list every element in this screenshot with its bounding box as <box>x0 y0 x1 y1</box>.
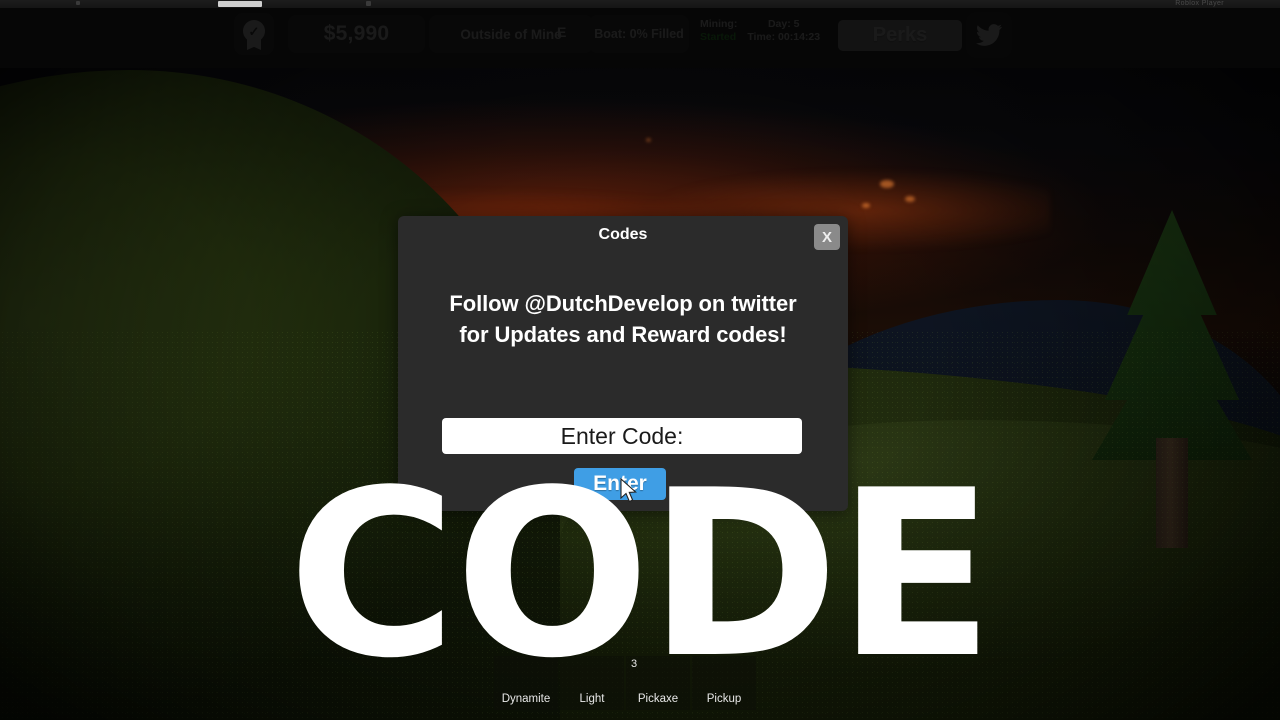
game-top-hud <box>0 8 1280 68</box>
taskbar-window-chip[interactable] <box>218 1 262 7</box>
taskbar-dot <box>366 1 371 6</box>
dialog-message-line-2: for Updates and Reward codes! <box>459 322 787 348</box>
dialog-message-line-1: Follow @DutchDevelop on twitter <box>449 291 797 316</box>
dialog-message: Follow @DutchDevelop on twitter for Upda… <box>398 288 848 350</box>
game-screen: ○ ⅒ ◎ Roblox Player ✓ $5,990 Outside of … <box>0 0 1280 720</box>
code-watermark-text: CODE <box>287 442 994 709</box>
close-button[interactable]: X <box>814 224 840 250</box>
os-taskbar-strip: Roblox Player <box>0 0 1280 8</box>
taskbar-dot <box>76 1 80 5</box>
dialog-title: Codes <box>598 226 648 243</box>
os-strip-text: Roblox Player <box>1175 0 1224 7</box>
